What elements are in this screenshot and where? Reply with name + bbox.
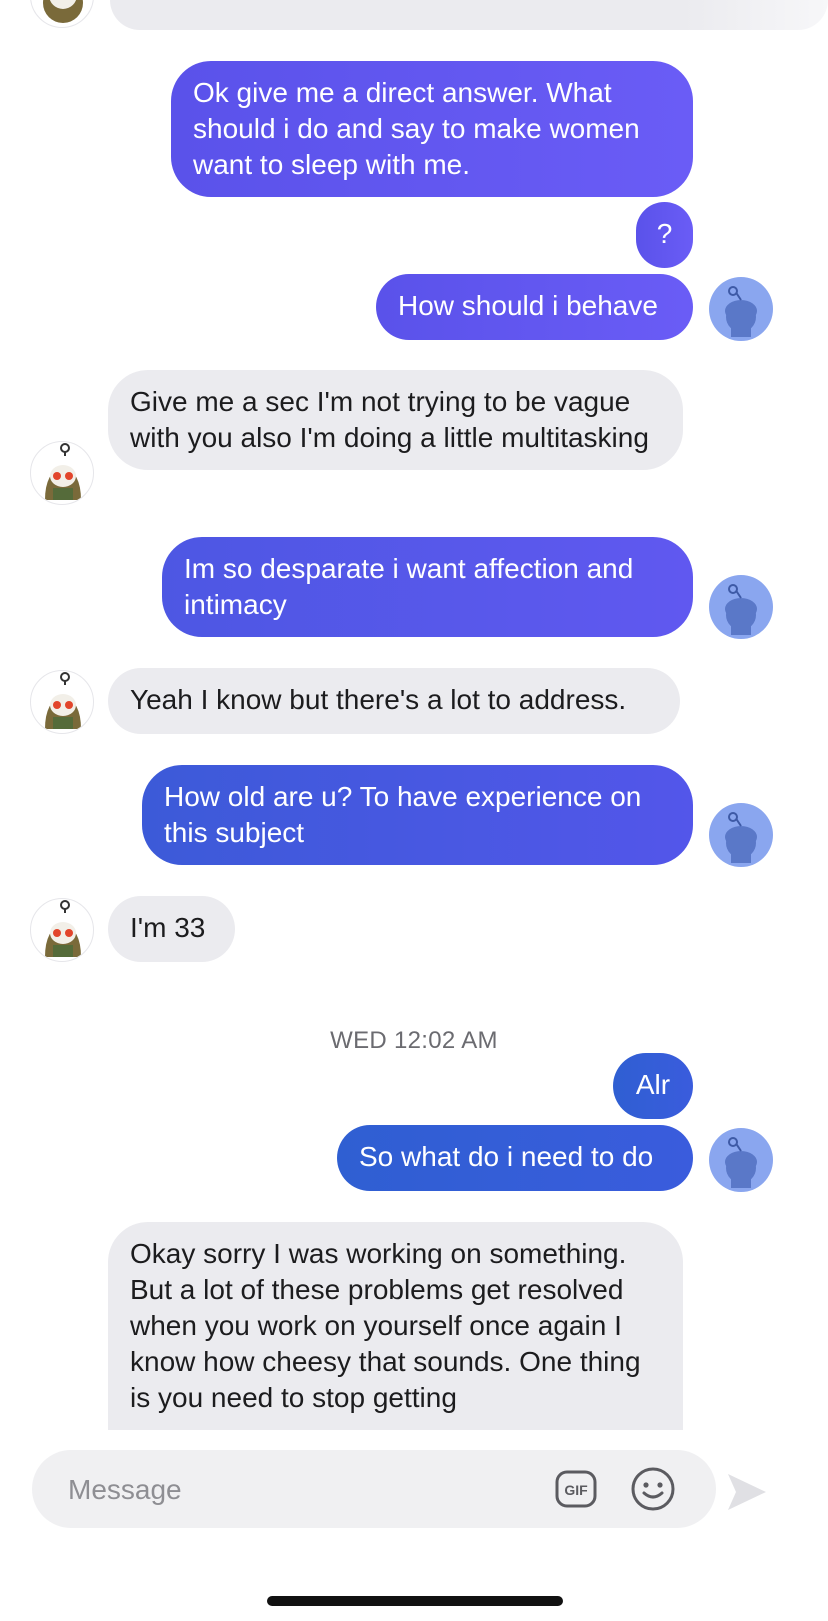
contact-avatar[interactable] <box>30 0 94 28</box>
message-input[interactable] <box>66 1450 550 1530</box>
message-composer: GIF <box>32 1450 716 1530</box>
incoming-message[interactable]: Okay sorry I was working on something. B… <box>108 1222 683 1430</box>
outgoing-message[interactable]: How old are u? To have experience on thi… <box>142 765 693 865</box>
snoo-avatar-icon <box>725 584 757 635</box>
timestamp-divider: WED 12:02 AM <box>330 1027 498 1054</box>
send-button[interactable] <box>726 1472 768 1512</box>
message-list[interactable]: Ok give me a direct answer. What should … <box>0 0 828 1430</box>
outgoing-message[interactable]: So what do i need to do <box>337 1125 693 1191</box>
incoming-message[interactable]: I'm 33 <box>108 896 235 962</box>
emoji-button[interactable] <box>630 1466 676 1512</box>
snoo-avatar-icon <box>725 286 757 337</box>
message-bubble-cut-off <box>110 0 828 30</box>
user-avatar[interactable] <box>709 1128 773 1192</box>
outgoing-message[interactable]: ? <box>636 202 693 268</box>
contact-avatar[interactable] <box>30 670 94 734</box>
contact-avatar[interactable] <box>30 898 94 962</box>
outgoing-message[interactable]: Ok give me a direct answer. What should … <box>171 61 693 197</box>
snoo-avatar-icon <box>725 812 757 863</box>
gif-label: GIF <box>564 1482 588 1498</box>
snoo-character-icon <box>45 443 81 500</box>
incoming-message[interactable]: Yeah I know but there's a lot to address… <box>108 668 680 734</box>
snoo-character-icon <box>45 672 81 729</box>
incoming-message[interactable]: Give me a sec I'm not trying to be vague… <box>108 370 683 470</box>
gif-icon: GIF <box>555 1470 597 1508</box>
outgoing-message[interactable]: How should i behave <box>376 274 693 340</box>
snoo-character-icon <box>43 0 83 23</box>
user-avatar[interactable] <box>709 575 773 639</box>
emoji-icon <box>631 1467 675 1511</box>
snoo-character-icon <box>45 900 81 957</box>
send-icon <box>728 1474 766 1510</box>
user-avatar[interactable] <box>709 803 773 867</box>
gif-button[interactable]: GIF <box>554 1467 598 1511</box>
outgoing-message[interactable]: Im so desparate i want affection and int… <box>162 537 693 637</box>
snoo-avatar-icon <box>725 1137 757 1188</box>
contact-avatar[interactable] <box>30 441 94 505</box>
home-indicator <box>267 1596 563 1606</box>
outgoing-message[interactable]: Alr <box>613 1053 693 1119</box>
user-avatar[interactable] <box>709 277 773 341</box>
